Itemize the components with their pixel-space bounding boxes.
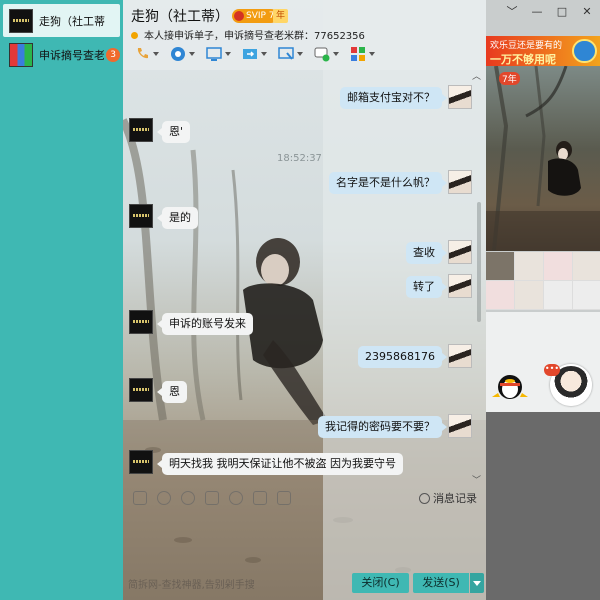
chat-scrollbar[interactable] bbox=[477, 72, 482, 480]
right-panel: 欢乐豆还是要有的 一万不够用呢 7年 ••• bbox=[486, 0, 600, 600]
contact-avatar[interactable] bbox=[129, 310, 153, 334]
scroll-down-icon[interactable]: ﹀ bbox=[472, 473, 481, 486]
my-avatar[interactable] bbox=[448, 170, 472, 194]
chevron-down-icon[interactable]: ﹀ bbox=[505, 6, 519, 18]
message-bubble[interactable]: 明天找我 我明天保证让他不被盗 因为我要守号 bbox=[157, 453, 403, 475]
send-options-dropdown[interactable] bbox=[470, 573, 484, 593]
video-icon[interactable] bbox=[167, 45, 195, 63]
message-bubble[interactable]: 是的 bbox=[157, 207, 198, 229]
file-transfer-icon[interactable] bbox=[239, 45, 267, 63]
history-label: 消息记录 bbox=[433, 492, 477, 505]
send-button[interactable]: 发送(S) bbox=[413, 573, 469, 593]
session-name: 申诉摘号查老米群 bbox=[39, 48, 105, 62]
game-logo-icon bbox=[572, 39, 597, 63]
footer-hint[interactable]: 简拆网-查找神器,告别剁手搜 bbox=[128, 576, 255, 591]
photo-thumbnail bbox=[544, 281, 572, 309]
contact-avatar bbox=[9, 8, 33, 33]
photo-thumbnail[interactable] bbox=[544, 252, 572, 280]
photo-thumbnails bbox=[486, 252, 600, 310]
contact-show-photo[interactable] bbox=[486, 66, 600, 251]
message-timestamp: 18:52:37 bbox=[277, 153, 322, 164]
vip-emoji-icon[interactable] bbox=[181, 491, 195, 505]
image-icon[interactable] bbox=[253, 491, 267, 505]
group-avatar bbox=[9, 42, 33, 67]
close-button[interactable]: 关闭(C) bbox=[352, 573, 409, 593]
phone-icon[interactable] bbox=[131, 45, 159, 63]
message-input[interactable] bbox=[123, 510, 486, 572]
message-bubble[interactable]: 邮箱支付宝对不？ bbox=[340, 87, 447, 109]
remote-desktop-icon[interactable] bbox=[275, 45, 303, 63]
voice-message-icon[interactable] bbox=[229, 491, 243, 505]
session-item-zougou[interactable]: 走狗（社工蒂） bbox=[3, 4, 120, 37]
my-avatar[interactable] bbox=[448, 240, 472, 264]
message-history-button[interactable]: 消息记录 bbox=[419, 490, 477, 506]
years-badge: 年 bbox=[273, 9, 289, 23]
message-bubble[interactable]: 我记得的密码要不要？ bbox=[318, 416, 447, 438]
chat-toolbar bbox=[131, 44, 375, 64]
more-tools-icon[interactable] bbox=[277, 491, 291, 505]
message-bubble[interactable]: 查收 bbox=[406, 242, 447, 264]
emoji-icon[interactable] bbox=[157, 491, 171, 505]
empty-zone bbox=[486, 412, 600, 600]
signature: 本人接申诉单子，申诉摘号查老米群：77652356 bbox=[131, 27, 365, 42]
contact-name[interactable]: 走狗（社工蒂） bbox=[131, 6, 229, 26]
window-controls: ﹀ — □ ✕ bbox=[505, 6, 594, 18]
qq-penguin-icon[interactable] bbox=[490, 367, 530, 401]
chat-header: 走狗（社工蒂） SVIP 7 年 本人接申诉单子，申诉摘号查老米群：776523… bbox=[123, 0, 486, 70]
my-avatar[interactable] bbox=[448, 274, 472, 298]
my-avatar[interactable] bbox=[448, 344, 472, 368]
signature-text: 本人接申诉单子，申诉摘号查老米群：77652356 bbox=[144, 31, 365, 42]
message-bubble[interactable]: 名字是不是什么帆？ bbox=[329, 172, 447, 194]
contact-avatar[interactable] bbox=[129, 118, 153, 142]
status-dot-icon bbox=[131, 32, 138, 39]
message-bubble[interactable]: 转了 bbox=[406, 276, 447, 298]
photo-thumbnail[interactable] bbox=[515, 281, 543, 309]
photo-thumbnail bbox=[573, 281, 600, 309]
contact-avatar[interactable] bbox=[129, 204, 153, 228]
screen-share-icon[interactable] bbox=[203, 45, 231, 63]
font-icon[interactable] bbox=[133, 491, 147, 505]
photo-thumbnail[interactable] bbox=[486, 281, 514, 309]
unread-badge: 3 bbox=[106, 47, 120, 62]
message-bubble[interactable]: 申诉的账号发来 bbox=[157, 313, 253, 335]
maximize-icon[interactable]: □ bbox=[555, 6, 569, 18]
ad-line1: 欢乐豆还是要有的 bbox=[490, 41, 563, 51]
scroll-thumb[interactable] bbox=[477, 202, 481, 322]
clock-icon bbox=[419, 492, 430, 504]
minimize-icon[interactable]: — bbox=[530, 6, 544, 18]
photo-years-badge: 7年 bbox=[499, 72, 520, 85]
photo-thumbnail[interactable] bbox=[486, 252, 514, 280]
photo-thumbnail[interactable] bbox=[573, 252, 600, 280]
session-name: 走狗（社工蒂） bbox=[39, 14, 105, 28]
message-bubble[interactable]: 恩' bbox=[156, 121, 191, 143]
chat-panel: 走狗（社工蒂） SVIP 7 年 本人接申诉单子，申诉摘号查老米群：776523… bbox=[123, 0, 486, 600]
my-avatar[interactable] bbox=[448, 85, 472, 109]
apps-icon[interactable] bbox=[347, 45, 375, 63]
close-icon[interactable]: ✕ bbox=[580, 6, 594, 18]
group-chat-icon[interactable] bbox=[311, 45, 339, 63]
photo-thumbnail[interactable] bbox=[515, 252, 543, 280]
contact-avatar[interactable] bbox=[129, 450, 153, 474]
more-badge[interactable]: ••• bbox=[544, 364, 560, 376]
session-item-group[interactable]: 申诉摘号查老米群 3 bbox=[3, 38, 120, 71]
avatar-zone: ••• bbox=[486, 312, 600, 412]
session-list: 走狗（社工蒂） 申诉摘号查老米群 3 bbox=[0, 0, 123, 600]
screenshot-icon[interactable] bbox=[205, 491, 219, 505]
my-avatar[interactable] bbox=[448, 414, 472, 438]
ad-banner[interactable]: 欢乐豆还是要有的 一万不够用呢 bbox=[486, 36, 600, 66]
photo-image bbox=[486, 66, 600, 251]
message-bubble[interactable]: 恩 bbox=[157, 381, 187, 403]
contact-avatar[interactable] bbox=[129, 378, 153, 402]
vip-badge[interactable]: SVIP 7 bbox=[232, 9, 278, 23]
message-bubble[interactable]: 2395868176 bbox=[358, 346, 447, 368]
input-toolbar bbox=[133, 489, 291, 507]
ad-line2: 一万不够用呢 bbox=[490, 53, 556, 66]
